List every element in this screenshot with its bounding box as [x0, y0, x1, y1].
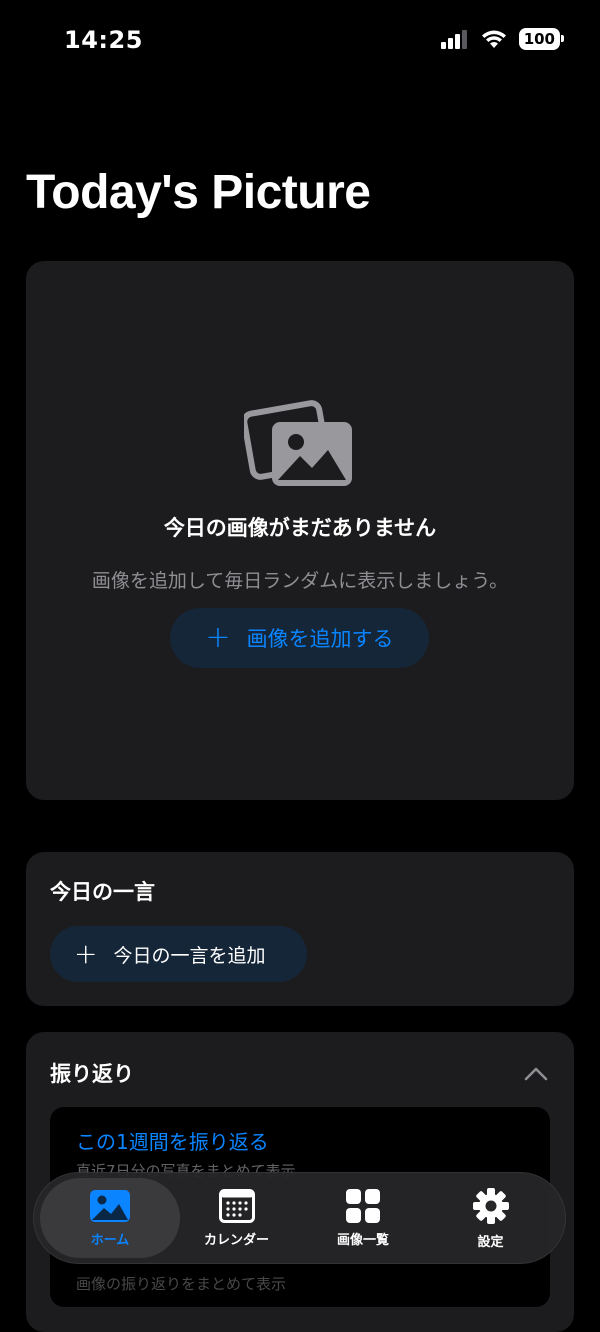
- tab-calendar[interactable]: カレンダー: [170, 1172, 303, 1264]
- signal-icon: [440, 30, 467, 49]
- tab-home[interactable]: ホーム: [40, 1172, 180, 1264]
- calendar-icon: [218, 1188, 255, 1223]
- battery-indicator: 100: [518, 28, 565, 50]
- photo-icon: [90, 1189, 130, 1222]
- wifi-icon: [481, 30, 506, 48]
- tab-settings[interactable]: 設定: [433, 1172, 548, 1264]
- review-week-link[interactable]: この1週間を振り返る: [76, 1126, 269, 1155]
- status-bar: 14:25 100: [0, 0, 600, 80]
- tab-settings-label: 設定: [477, 1234, 504, 1250]
- add-quote-label: 今日の一言を追加: [113, 944, 266, 967]
- tab-home-label: ホーム: [90, 1232, 130, 1248]
- empty-state-title: 今日の画像がまだありません: [163, 516, 437, 540]
- page-title: Today's Picture: [26, 166, 371, 219]
- plus-icon: +: [205, 620, 231, 655]
- status-time: 14:25: [64, 26, 143, 54]
- grid-icon: [346, 1188, 380, 1223]
- gear-icon: [472, 1187, 509, 1224]
- review-secondary-subtitle: 画像の振り返りをまとめて表示: [76, 1275, 287, 1293]
- chevron-up-icon[interactable]: [522, 1060, 550, 1088]
- photos-icon: [244, 400, 352, 486]
- plus-icon: +: [74, 937, 98, 970]
- empty-state-subtitle: 画像を追加して毎日ランダムに表示しましょう。: [91, 570, 509, 592]
- daily-quote-title: 今日の一言: [50, 880, 155, 904]
- add-image-label: 画像を追加する: [246, 627, 394, 651]
- tab-bar: ホーム カレンダー 画像一覧 設定: [33, 1172, 566, 1264]
- tab-image-list-label: 画像一覧: [336, 1232, 389, 1248]
- tab-calendar-label: カレンダー: [203, 1232, 269, 1248]
- review-title: 振り返り: [50, 1062, 134, 1086]
- add-quote-button[interactable]: + 今日の一言を追加: [50, 926, 307, 982]
- status-icons: 100: [440, 28, 565, 50]
- tab-image-list[interactable]: 画像一覧: [303, 1172, 423, 1264]
- add-image-button[interactable]: + 画像を追加する: [170, 608, 429, 668]
